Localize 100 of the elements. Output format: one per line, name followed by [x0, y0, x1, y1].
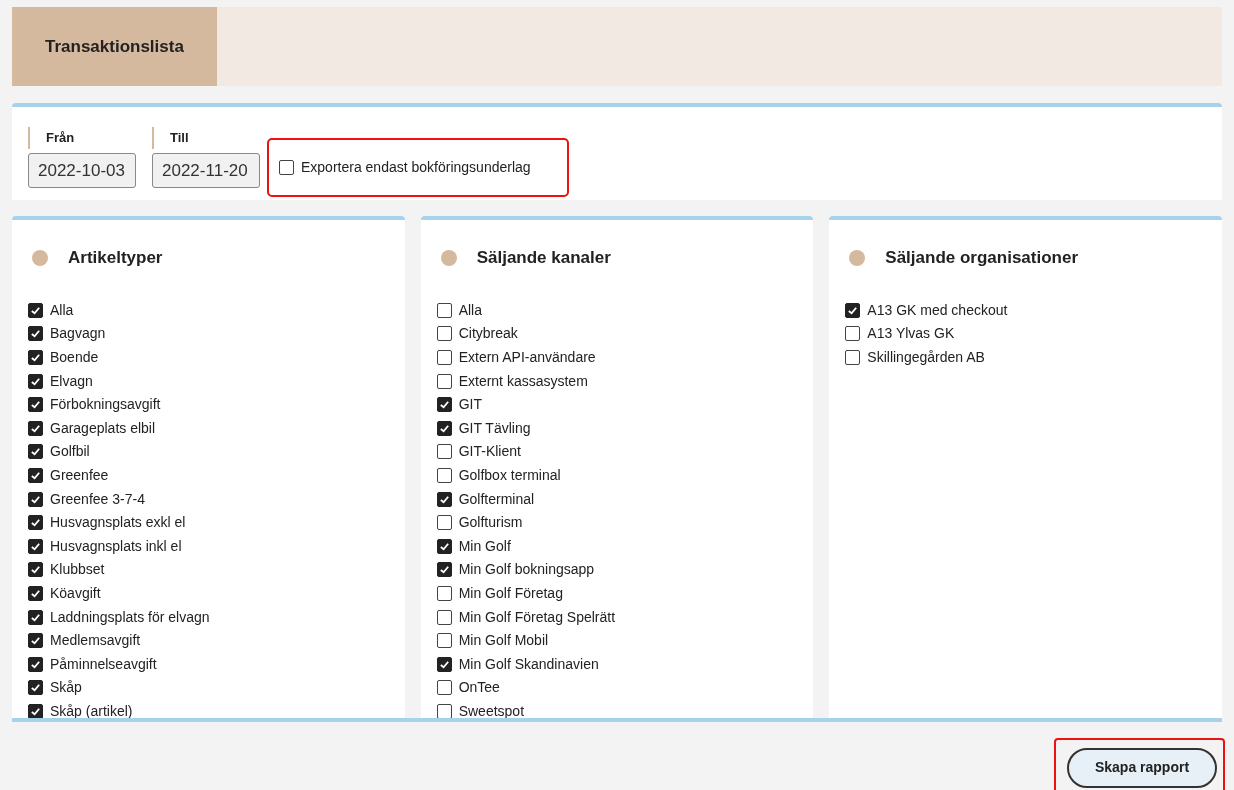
checkbox-label: A13 Ylvas GK	[867, 324, 955, 344]
checkbox[interactable]	[845, 326, 861, 342]
checkbox-label: Min Golf	[458, 536, 511, 556]
checkbox-label: Sweetspot	[458, 701, 525, 718]
checkbox[interactable]	[436, 326, 452, 342]
checkbox-label: GIT-Klient	[458, 442, 521, 462]
checkbox[interactable]	[436, 515, 452, 531]
checkbox-label: OnTee	[458, 678, 500, 698]
header-tab[interactable]: Transaktionslista	[12, 7, 217, 86]
bullet-icon	[440, 249, 457, 266]
create-report-button[interactable]: Skapa rapport	[1067, 747, 1217, 788]
checkbox-label: Husvagnsplats exkl el	[50, 513, 186, 533]
checkbox[interactable]	[436, 302, 452, 318]
checkbox[interactable]	[845, 302, 861, 318]
checkbox[interactable]	[436, 656, 452, 672]
checkbox-label: Min Golf bokningsapp	[458, 560, 595, 580]
checkbox-label: Min Golf Mobil	[458, 631, 549, 651]
checkbox[interactable]	[28, 562, 43, 578]
checkbox[interactable]	[436, 467, 452, 483]
checkbox-label: Min Golf Företag Spelrätt	[458, 607, 616, 627]
checkmark-icon	[30, 493, 41, 505]
checkbox-label: Min Golf Skandinavien	[458, 654, 599, 674]
checkbox-label: Påminnelseavgift	[50, 654, 157, 674]
checkbox-label: Laddningsplats för elvagn	[50, 607, 210, 627]
bullet-icon	[32, 249, 48, 266]
checkbox[interactable]	[436, 609, 452, 625]
checkmark-icon	[30, 705, 41, 717]
checkmark-icon	[30, 422, 41, 434]
checkbox[interactable]	[28, 703, 43, 718]
checkbox-label: Bagvagn	[50, 324, 106, 344]
panel-title: Säljande organisationer	[885, 247, 1079, 269]
checkbox[interactable]	[28, 350, 43, 365]
bullet-icon	[849, 249, 866, 266]
checkbox[interactable]	[28, 467, 43, 483]
checkbox-label: Externt kassasystem	[458, 371, 588, 391]
checkmark-icon	[30, 399, 41, 411]
checkbox-label: Boende	[50, 348, 99, 367]
checkbox[interactable]	[28, 326, 43, 342]
checkbox[interactable]	[28, 397, 43, 413]
checkbox-label: Extern API-användare	[458, 348, 596, 367]
checkbox[interactable]	[436, 420, 452, 436]
page-title: Transaktionslista	[45, 35, 184, 58]
checkbox[interactable]	[436, 350, 452, 365]
checkbox-label: Skåp (artikel)	[50, 701, 133, 718]
checkmark-icon	[30, 587, 41, 599]
checkbox-label: Skillingegården AB	[867, 348, 985, 367]
checkmark-icon	[438, 399, 450, 411]
checkbox[interactable]	[28, 373, 43, 389]
checkbox-label: A13 GK med checkout	[867, 300, 1008, 320]
checkbox[interactable]	[28, 491, 43, 507]
checkmark-icon	[438, 493, 450, 505]
checkbox[interactable]	[28, 656, 43, 672]
checkmark-icon	[30, 564, 41, 576]
checkbox[interactable]	[845, 350, 861, 365]
checkbox[interactable]	[28, 515, 43, 531]
checkbox[interactable]	[436, 562, 452, 578]
checkbox[interactable]	[436, 491, 452, 507]
checkbox[interactable]	[28, 585, 43, 601]
checkbox-label: Husvagnsplats inkl el	[50, 536, 182, 556]
date-label: Till	[152, 127, 260, 149]
checkbox-label: Köavgift	[50, 583, 101, 603]
checkmark-icon	[30, 352, 41, 363]
checkmark-icon	[438, 564, 450, 576]
checkbox[interactable]	[436, 373, 452, 389]
checkbox-label: Golfbil	[50, 442, 90, 462]
checkbox-label: Förbokningsavgift	[50, 395, 161, 415]
checkmark-icon	[30, 658, 41, 670]
panel-title: Säljande kanaler	[476, 247, 611, 269]
checkbox[interactable]	[436, 397, 452, 413]
checkbox[interactable]	[28, 444, 43, 460]
checkbox[interactable]	[436, 538, 452, 554]
checkbox[interactable]	[28, 420, 43, 436]
checkbox[interactable]	[28, 609, 43, 625]
checkbox[interactable]	[436, 703, 452, 718]
checkbox-label: Greenfee	[50, 465, 109, 485]
checkmark-icon	[30, 517, 41, 529]
checkbox[interactable]	[436, 585, 452, 601]
date-field[interactable]: 2022-11-20	[152, 153, 260, 188]
checkbox[interactable]	[436, 680, 452, 696]
checkmark-icon	[30, 540, 41, 552]
checkbox[interactable]	[279, 160, 294, 175]
checkmark-icon	[30, 304, 41, 316]
checkbox-label: Min Golf Företag	[458, 583, 563, 603]
checkmark-icon	[847, 304, 859, 316]
checkmark-icon	[438, 658, 450, 670]
checkbox[interactable]	[28, 680, 43, 696]
checkmark-icon	[30, 375, 41, 387]
checkbox[interactable]	[28, 538, 43, 554]
checkbox[interactable]	[28, 633, 43, 649]
checkbox[interactable]	[436, 444, 452, 460]
checkbox[interactable]	[28, 302, 43, 318]
checkbox[interactable]	[436, 633, 452, 649]
checkbox-label: Greenfee 3-7-4	[50, 489, 145, 509]
checkbox-label: Golfbox terminal	[458, 465, 561, 485]
checkbox-label: Exportera endast bokföringsunderlag	[301, 158, 531, 177]
checkbox-label: Golfterminal	[458, 489, 535, 509]
date-field[interactable]: 2022-10-03	[28, 153, 136, 188]
checkbox-label: Skåp	[50, 678, 82, 698]
checkmark-icon	[30, 328, 41, 340]
checkbox-label: Alla	[50, 300, 74, 320]
